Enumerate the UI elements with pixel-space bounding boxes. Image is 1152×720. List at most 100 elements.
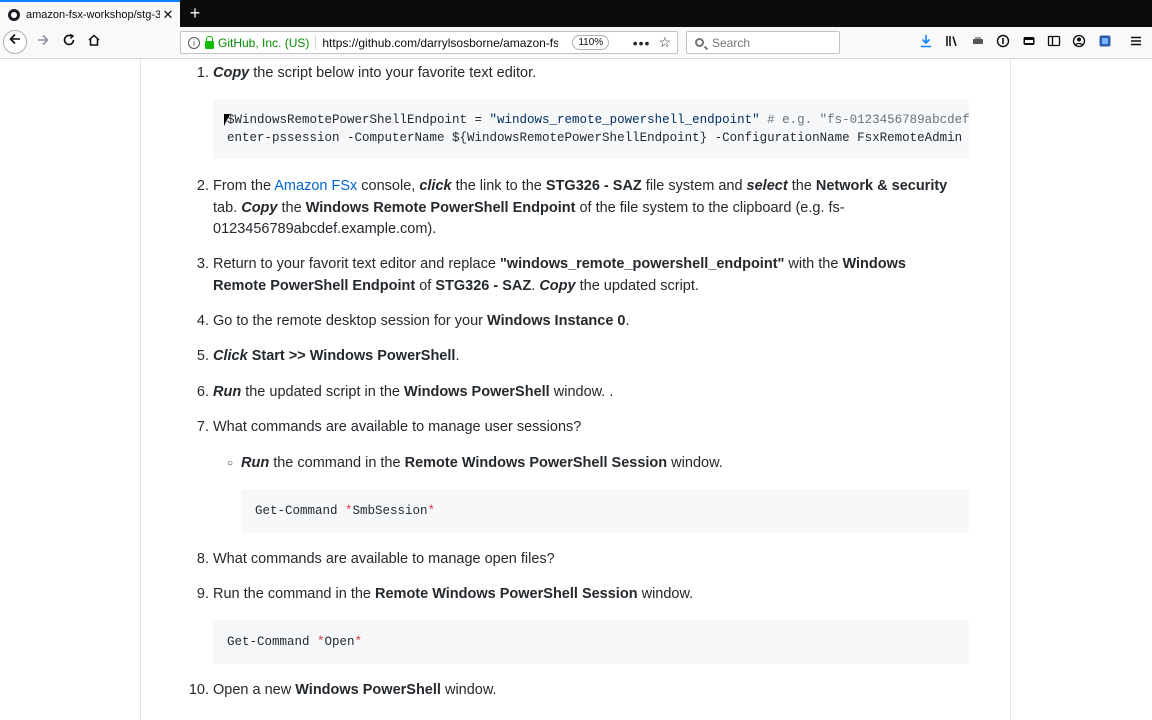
- library-icon[interactable]: [944, 34, 960, 50]
- emphasis: Copy: [213, 65, 250, 81]
- zoom-indicator[interactable]: 110%: [572, 35, 610, 50]
- emphasis: click: [419, 178, 452, 194]
- step-6: 6. Run the updated script in the Windows…: [197, 382, 963, 404]
- new-tab-button[interactable]: +: [184, 2, 206, 24]
- readme-content: 1. Copy the script below into your favor…: [140, 59, 1011, 720]
- step-7: 7. What commands are available to manage…: [197, 417, 963, 439]
- bookmark-star-icon[interactable]: ☆: [658, 34, 671, 51]
- bold-text: STG326 - SAZ: [435, 277, 532, 294]
- url-bar[interactable]: i GitHub, Inc. (US) https://github.com/d…: [180, 31, 678, 54]
- bold-text: Remote Windows PowerShell Session: [375, 586, 638, 602]
- step-text: Return to your favorit text editor and r…: [213, 256, 500, 272]
- emphasis: Click: [213, 348, 248, 364]
- extension-icon[interactable]: [970, 34, 986, 50]
- step-text: the updated script in the: [241, 384, 405, 400]
- tab-title: amazon-fsx-workshop/stg-326: [26, 8, 160, 21]
- step-1: 1. Copy the script below into your favor…: [197, 63, 963, 85]
- reload-button[interactable]: [56, 27, 82, 58]
- code-wildcard: *: [345, 504, 353, 518]
- code-variable: $WindowsRemotePowerShellEndpoint =: [227, 113, 490, 127]
- bold-text: STG326 - SAZ: [545, 178, 642, 194]
- step-4: 4. Go to the remote desktop session for …: [197, 311, 963, 333]
- step-text: Go to the remote desktop session for you…: [213, 313, 488, 329]
- step-text: file system and: [641, 178, 747, 194]
- step-text: What commands are available to manage us…: [213, 419, 582, 435]
- code-argument: SmbSession: [352, 504, 428, 518]
- step-text: of: [415, 277, 436, 294]
- search-input[interactable]: [710, 34, 834, 51]
- step-9: 9. Run the command in the Remote Windows…: [197, 584, 963, 606]
- bold-text: Start >> Windows PowerShell: [251, 348, 456, 364]
- step-text: the: [787, 178, 816, 194]
- home-icon: [88, 34, 100, 46]
- close-tab-icon[interactable]: ✕: [160, 7, 176, 23]
- url-text[interactable]: https://github.com/darrylsosborne/amazon…: [322, 36, 558, 50]
- mouse-cursor-icon: [224, 114, 230, 126]
- step-7-subitem: ○ Run the command in the Remote Windows …: [227, 453, 991, 475]
- step-text: Run the command in the: [213, 586, 376, 602]
- search-icon: [695, 38, 704, 47]
- vpn-extension-icon[interactable]: [1097, 34, 1113, 50]
- code-argument: Open: [324, 635, 355, 649]
- step-number: 9.: [196, 586, 209, 602]
- code-line-2: enter-pssession -ComputerName ${WindowsR…: [227, 131, 963, 145]
- emphasis: select: [746, 178, 788, 194]
- step-number: 7.: [196, 419, 209, 435]
- bold-text: Windows Instance 0: [487, 313, 626, 329]
- browser-tab[interactable]: amazon-fsx-workshop/stg-326 ✕: [0, 0, 180, 27]
- search-bar[interactable]: [686, 31, 840, 54]
- step-number: 5.: [196, 348, 209, 364]
- step-text: .: [625, 313, 630, 329]
- code-block-smbsession[interactable]: Get-Command *SmbSession*: [241, 489, 969, 533]
- code-command: Get-Command: [255, 504, 346, 518]
- sidebar-icon[interactable]: [1046, 34, 1062, 50]
- step-text: tab.: [213, 199, 242, 216]
- code-wildcard: *: [427, 504, 436, 518]
- step-text: Open a new: [213, 682, 296, 698]
- account-icon[interactable]: [1071, 34, 1087, 50]
- step-10: 10. Open a new Windows PowerShell window…: [189, 680, 963, 702]
- step-8: 8. What commands are available to manage…: [197, 549, 963, 571]
- page-actions-icon[interactable]: •••: [633, 35, 651, 51]
- url-separator: [315, 35, 317, 50]
- step-text: .: [455, 348, 460, 364]
- code-comment: # e.g. "fs-0123456789abcdef.ex: [759, 113, 969, 127]
- emphasis: Copy: [241, 199, 278, 216]
- step-number: 1.: [196, 65, 209, 81]
- emphasis: Copy: [539, 277, 576, 294]
- step-number: 10.: [188, 682, 209, 698]
- code-block-open[interactable]: Get-Command *Open*: [213, 620, 969, 664]
- bold-text: Windows PowerShell: [295, 682, 441, 698]
- tab-strip: amazon-fsx-workshop/stg-326 ✕ +: [0, 0, 1152, 27]
- step-number: 8.: [196, 551, 209, 567]
- step-number: 4.: [196, 313, 209, 329]
- bold-text: Network & security: [815, 178, 948, 194]
- back-arrow-icon: [9, 33, 20, 45]
- step-text: window.: [667, 455, 723, 471]
- github-favicon-icon: [8, 8, 20, 21]
- web-page: 1. Copy the script below into your favor…: [0, 59, 1152, 720]
- step-text: the updated script.: [575, 277, 699, 294]
- download-icon[interactable]: [918, 34, 934, 50]
- step-text: console,: [357, 178, 420, 194]
- emphasis: Run: [241, 455, 270, 471]
- step-number: 6.: [196, 384, 209, 400]
- forward-button[interactable]: [30, 27, 56, 58]
- menu-icon[interactable]: [1128, 34, 1144, 50]
- step-3: 3. Return to your favorit text editor an…: [197, 254, 963, 297]
- step-number: 2.: [196, 178, 209, 194]
- bold-text: Windows Remote PowerShell Endpoint: [305, 199, 576, 216]
- step-2: 2. From the Amazon FSx console, click th…: [197, 176, 963, 241]
- code-block-script[interactable]: $WindowsRemotePowerShellEndpoint = "wind…: [213, 99, 969, 159]
- step-text: window. .: [549, 384, 614, 400]
- privacy-badger-icon[interactable]: [995, 34, 1011, 50]
- home-button[interactable]: [81, 27, 107, 58]
- amazon-fsx-link[interactable]: Amazon FSx: [274, 178, 357, 194]
- site-info-icon[interactable]: i: [188, 36, 200, 49]
- bold-text: Windows PowerShell: [404, 384, 550, 400]
- container-icon[interactable]: [1021, 34, 1037, 50]
- bullet-circle-icon: ○: [227, 458, 234, 469]
- lock-icon: [205, 35, 214, 49]
- back-button[interactable]: [3, 30, 27, 54]
- reload-icon: [63, 33, 75, 46]
